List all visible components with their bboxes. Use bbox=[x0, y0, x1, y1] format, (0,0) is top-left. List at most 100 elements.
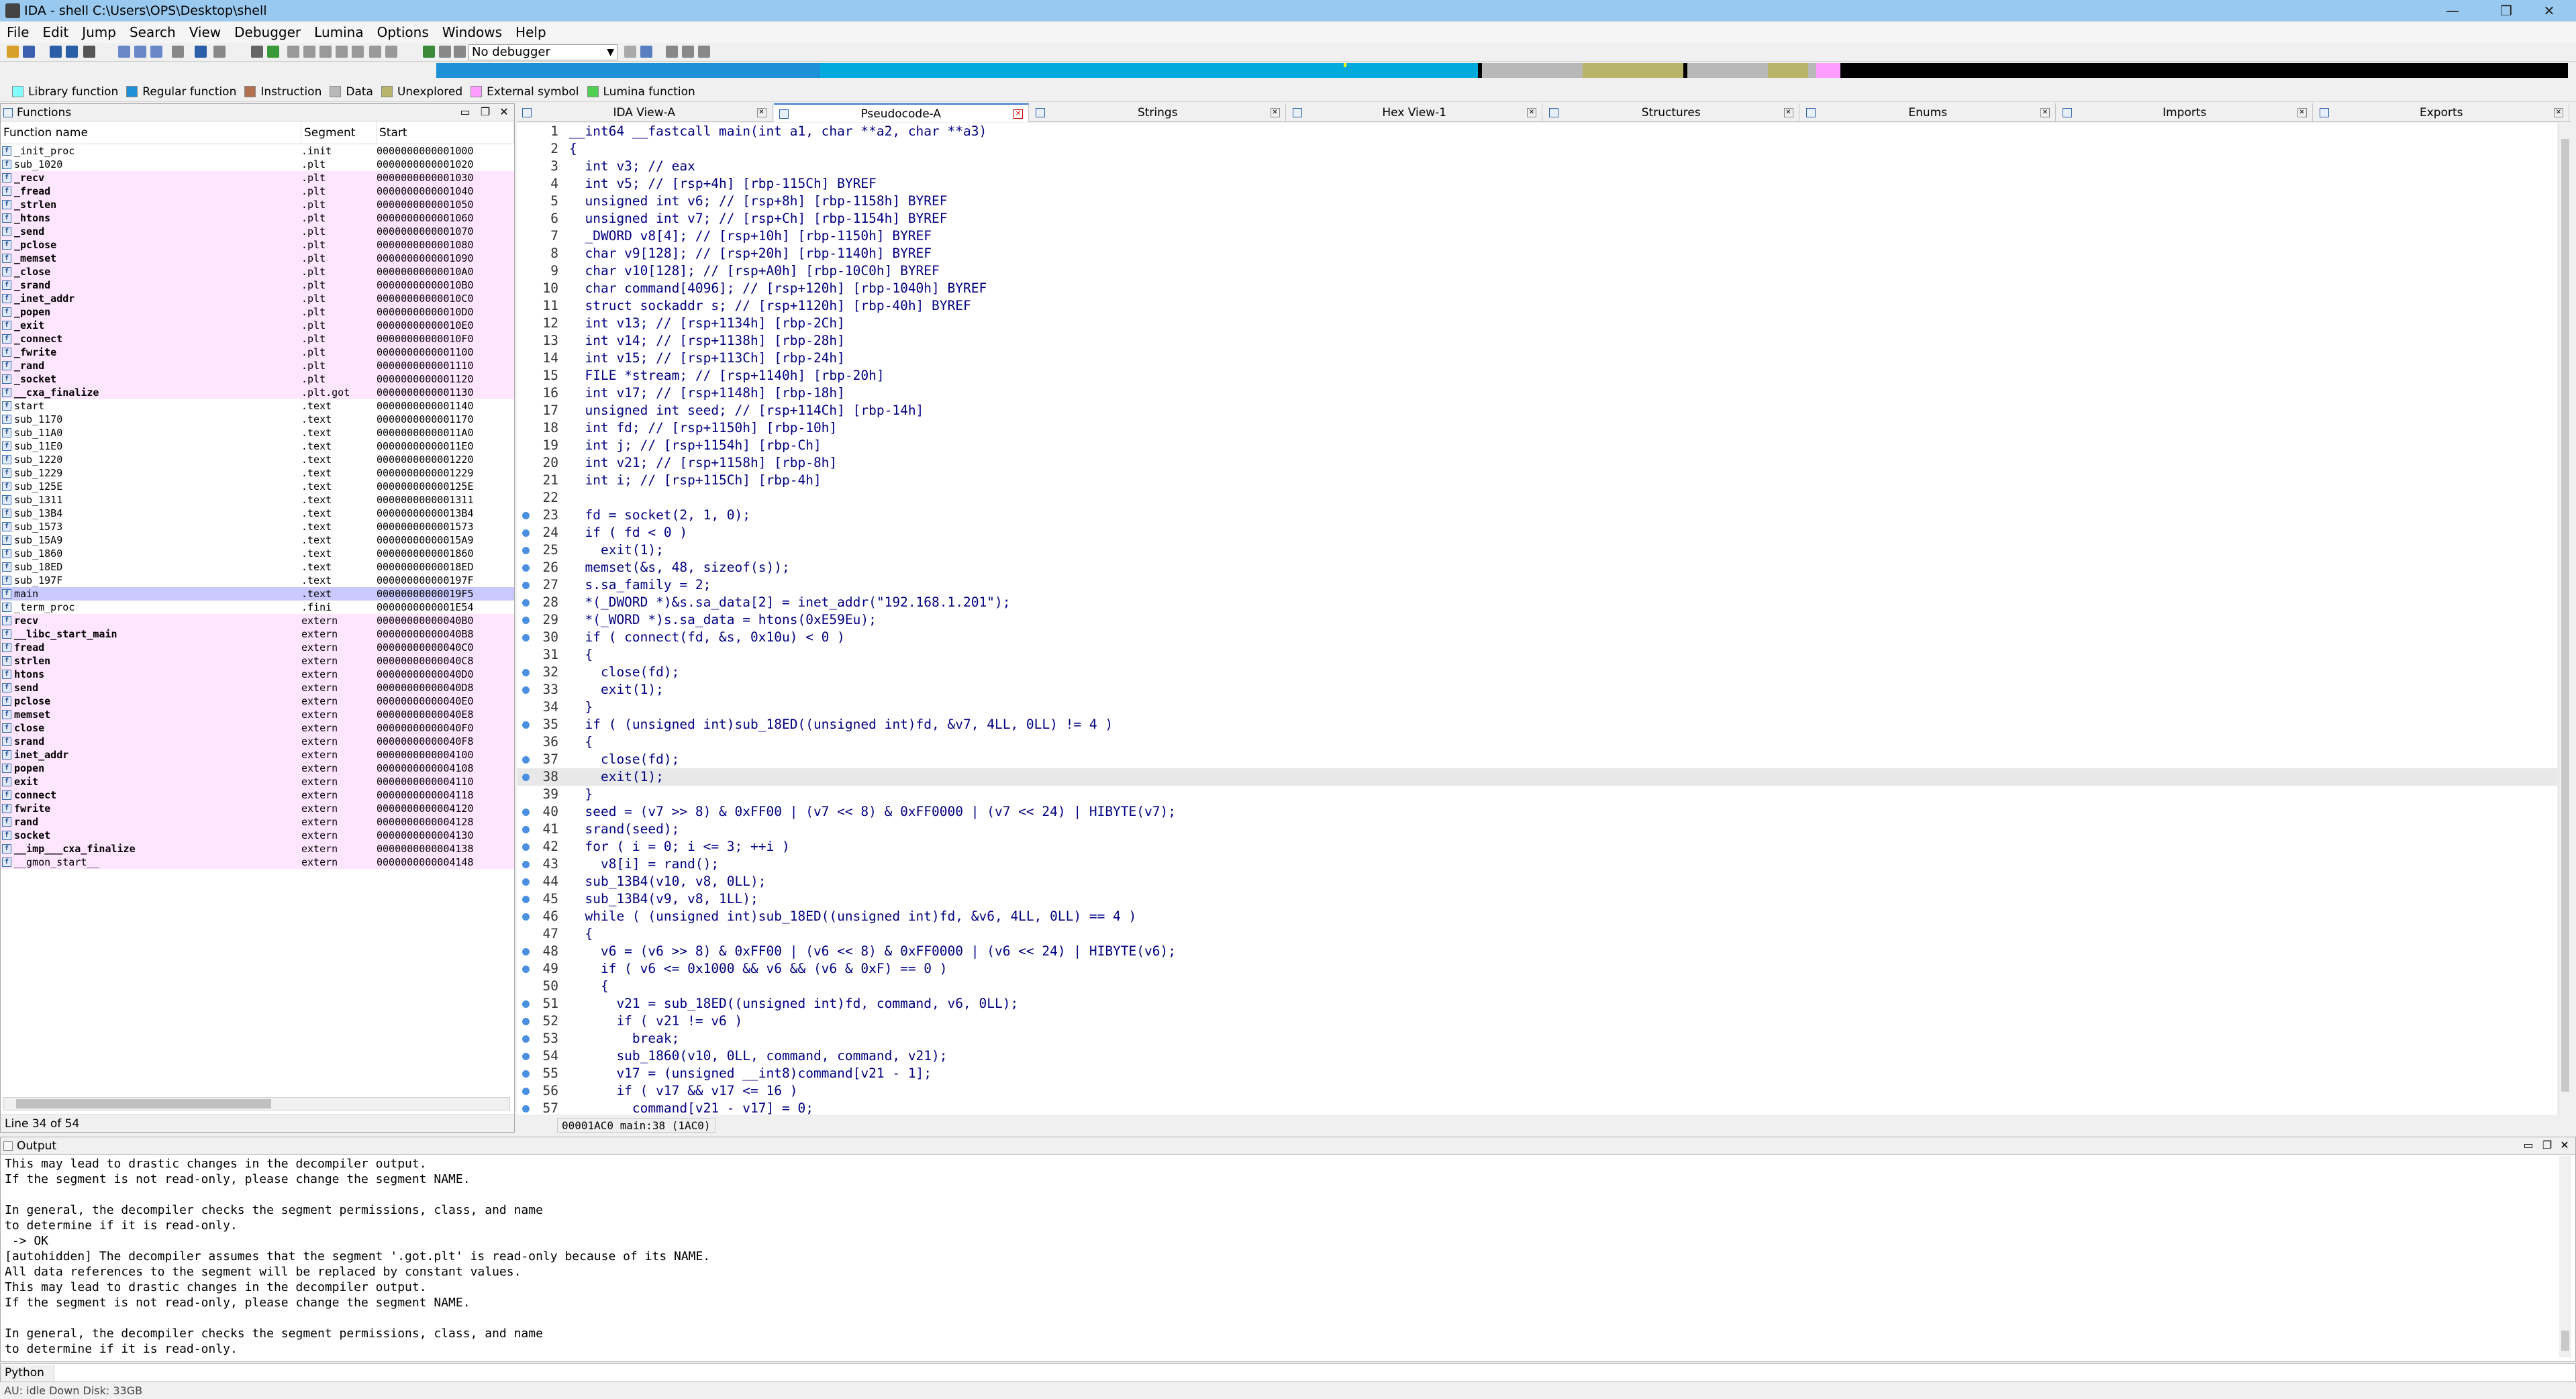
code-line[interactable]: 18 int fd; // [rsp+1150h] [rbp-10h] bbox=[517, 419, 2557, 437]
function-row[interactable]: f send extern 00000000000040D8 bbox=[1, 681, 514, 694]
function-row[interactable]: f _popen .plt 00000000000010D0 bbox=[1, 305, 514, 319]
function-row[interactable]: f _srand .plt 00000000000010B0 bbox=[1, 278, 514, 292]
code-line[interactable]: 12 int v13; // [rsp+1134h] [rbp-2Ch] bbox=[517, 315, 2557, 332]
function-row[interactable]: f sub_1229 .text 0000000000001229 bbox=[1, 466, 514, 480]
close-tab-icon[interactable]: ✕ bbox=[2297, 108, 2307, 117]
function-row[interactable]: f _exit .plt 00000000000010E0 bbox=[1, 319, 514, 332]
code-line[interactable]: 22 bbox=[517, 489, 2557, 507]
function-row[interactable]: f fwrite extern 0000000000004120 bbox=[1, 802, 514, 815]
back-icon[interactable] bbox=[50, 46, 62, 58]
code-line[interactable]: 46 while ( (unsigned int)sub_18ED((unsig… bbox=[517, 908, 2557, 925]
menu-file[interactable]: File bbox=[0, 24, 36, 40]
code-line[interactable]: 44 sub_13B4(v10, v8, 0LL); bbox=[517, 873, 2557, 890]
close-tab-icon[interactable]: ✕ bbox=[2040, 108, 2050, 117]
menu-debugger[interactable]: Debugger bbox=[228, 24, 307, 40]
code-line[interactable]: 45 sub_13B4(v9, v8, 1LL); bbox=[517, 890, 2557, 908]
code-line[interactable]: 21 int i; // [rsp+115Ch] [rbp-4h] bbox=[517, 472, 2557, 489]
function-row[interactable]: f _fread .plt 0000000000001040 bbox=[1, 185, 514, 198]
code-line[interactable]: 50 { bbox=[517, 978, 2557, 995]
tab-hex-view-1[interactable]: Hex View-1 ✕ bbox=[1287, 103, 1542, 122]
function-row[interactable]: f fread extern 00000000000040C0 bbox=[1, 641, 514, 654]
trace-icon[interactable] bbox=[682, 46, 694, 58]
function-row[interactable]: f _init_proc .init 0000000000001000 bbox=[1, 144, 514, 158]
col-function-name[interactable]: Function name bbox=[1, 121, 301, 144]
pause-icon[interactable] bbox=[439, 46, 451, 58]
code-line[interactable]: 56 if ( v17 && v17 <= 16 ) bbox=[517, 1082, 2557, 1100]
function-row[interactable]: f _pclose .plt 0000000000001080 bbox=[1, 238, 514, 252]
function-row[interactable]: f sub_11A0 .text 00000000000011A0 bbox=[1, 426, 514, 439]
code-line[interactable]: 26 memset(&s, 48, sizeof(s)); bbox=[517, 559, 2557, 576]
close-tab-icon[interactable]: ✕ bbox=[756, 108, 766, 117]
code-line[interactable]: 57 command[v21 - v17] = 0; bbox=[517, 1100, 2557, 1115]
lumina-icon[interactable] bbox=[267, 46, 279, 58]
command-input[interactable] bbox=[54, 1365, 2575, 1381]
debugger-options-icon[interactable] bbox=[624, 46, 636, 58]
code-line[interactable]: 9 char v10[128]; // [rsp+A0h] [rbp-10C0h… bbox=[517, 262, 2557, 280]
code-line[interactable]: 51 v21 = sub_18ED((unsigned int)fd, comm… bbox=[517, 995, 2557, 1013]
code-line[interactable]: 10 char command[4096]; // [rsp+120h] [rb… bbox=[517, 280, 2557, 297]
minimize-pane-icon[interactable]: ▭ bbox=[458, 105, 472, 119]
code-line[interactable]: 36 { bbox=[517, 733, 2557, 751]
breakpoint-icon[interactable] bbox=[666, 46, 678, 58]
functions-hscrollbar[interactable] bbox=[3, 1097, 510, 1110]
close-tab-icon[interactable]: ✕ bbox=[1527, 108, 1536, 117]
function-row[interactable]: f _inet_addr .plt 00000000000010C0 bbox=[1, 292, 514, 305]
code-line[interactable]: 30 if ( connect(fd, &s, 0x10u) < 0 ) bbox=[517, 629, 2557, 646]
menu-search[interactable]: Search bbox=[123, 24, 183, 40]
function-row[interactable]: f inet_addr extern 0000000000004100 bbox=[1, 748, 514, 762]
function-row[interactable]: f sub_13B4 .text 00000000000013B4 bbox=[1, 507, 514, 520]
code-line[interactable]: 1 __int64 __fastcall main(int a1, char **… bbox=[517, 123, 2557, 140]
code-line[interactable]: 7 _DWORD v8[4]; // [rsp+10h] [rbp-1150h]… bbox=[517, 227, 2557, 245]
tab-exports[interactable]: Exports ✕ bbox=[2314, 103, 2569, 122]
code-line[interactable]: 28 *(_DWORD *)&s.sa_data[2] = inet_addr(… bbox=[517, 594, 2557, 611]
code-line[interactable]: 6 unsigned int v7; // [rsp+Ch] [rbp-1154… bbox=[517, 210, 2557, 227]
code-line[interactable]: 8 char v9[128]; // [rsp+20h] [rbp-1140h]… bbox=[517, 245, 2557, 262]
close-window-button[interactable]: ✕ bbox=[2522, 0, 2576, 21]
function-row[interactable]: f __gmon_start__ extern 0000000000004148 bbox=[1, 856, 514, 869]
menu-options[interactable]: Options bbox=[370, 24, 436, 40]
step-icon[interactable] bbox=[640, 46, 652, 58]
function-row[interactable]: f _htons .plt 0000000000001060 bbox=[1, 211, 514, 225]
code-line[interactable]: 20 int v21; // [rsp+1158h] [rbp-8h] bbox=[517, 454, 2557, 472]
menu-lumina[interactable]: Lumina bbox=[307, 24, 370, 40]
function-row[interactable]: f exit extern 0000000000004110 bbox=[1, 775, 514, 788]
function-row[interactable]: f _term_proc .fini 0000000000001E54 bbox=[1, 601, 514, 614]
function-row[interactable]: f sub_18ED .text 00000000000018ED bbox=[1, 560, 514, 574]
code-line[interactable]: 40 seed = (v7 >> 8) & 0xFF00 | (v7 << 8)… bbox=[517, 803, 2557, 821]
copy-icon[interactable] bbox=[172, 46, 184, 58]
function-row[interactable]: f sub_15A9 .text 00000000000015A9 bbox=[1, 533, 514, 547]
jump-icon[interactable] bbox=[83, 46, 95, 58]
minimize-button[interactable]: — bbox=[2426, 0, 2479, 21]
tab-ida-view-a[interactable]: IDA View-A ✕ bbox=[517, 103, 773, 122]
code-line[interactable]: 43 v8[i] = rand(); bbox=[517, 856, 2557, 873]
code-line[interactable]: 5 unsigned int v6; // [rsp+8h] [rbp-1158… bbox=[517, 193, 2557, 210]
code-line[interactable]: 3 int v3; // eax bbox=[517, 158, 2557, 175]
patch-icon[interactable] bbox=[369, 46, 381, 58]
signatures-icon[interactable] bbox=[352, 46, 364, 58]
function-row[interactable]: f sub_1311 .text 0000000000001311 bbox=[1, 493, 514, 507]
function-row[interactable]: f _close .plt 00000000000010A0 bbox=[1, 265, 514, 278]
pseudocode-view[interactable]: 1 __int64 __fastcall main(int a1, char **… bbox=[517, 123, 2557, 1115]
col-segment[interactable]: Segment bbox=[301, 121, 377, 144]
code-line[interactable]: 11 struct sockaddr s; // [rsp+1120h] [rb… bbox=[517, 297, 2557, 315]
code-icon[interactable] bbox=[213, 46, 226, 58]
function-row[interactable]: f sub_1170 .text 0000000000001170 bbox=[1, 413, 514, 426]
tab-structures[interactable]: Structures ✕ bbox=[1544, 103, 1799, 122]
code-line[interactable]: 4 int v5; // [rsp+4h] [rbp-115Ch] BYREF bbox=[517, 175, 2557, 193]
function-row[interactable]: f sub_1220 .text 0000000000001220 bbox=[1, 453, 514, 466]
function-row[interactable]: f pclose extern 00000000000040E0 bbox=[1, 694, 514, 708]
function-row[interactable]: f memset extern 00000000000040E8 bbox=[1, 708, 514, 721]
stop-icon[interactable] bbox=[454, 46, 466, 58]
function-row[interactable]: f sub_125E .text 000000000000125E bbox=[1, 480, 514, 493]
code-line[interactable]: 47 { bbox=[517, 925, 2557, 943]
tab-imports[interactable]: Imports ✕ bbox=[2057, 103, 2313, 122]
code-line[interactable]: 24 if ( fd < 0 ) bbox=[517, 524, 2557, 541]
functions-list[interactable]: f _init_proc .init 0000000000001000 f sub_102… bbox=[1, 144, 514, 869]
code-line[interactable]: 39 } bbox=[517, 786, 2557, 803]
pseudocode-vscrollbar[interactable] bbox=[2559, 123, 2571, 1115]
function-row[interactable]: f __cxa_finalize .plt.got 0000000000001130 bbox=[1, 386, 514, 399]
segments-icon[interactable] bbox=[319, 46, 332, 58]
structures-icon[interactable] bbox=[287, 46, 299, 58]
menu-windows[interactable]: Windows bbox=[436, 24, 509, 40]
save-icon[interactable] bbox=[23, 46, 35, 58]
